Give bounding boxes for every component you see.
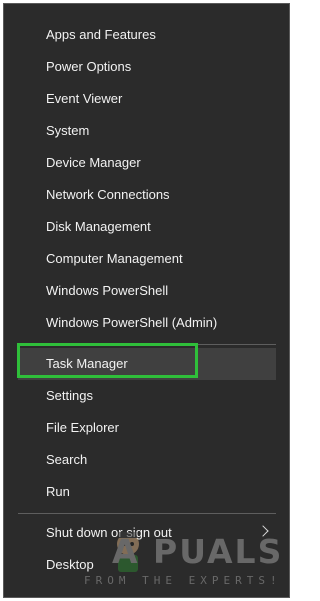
menu-item-shut-down-or-sign-out[interactable]: Shut down or sign out [4, 517, 289, 549]
menu-item-task-manager[interactable]: Task Manager [18, 348, 276, 380]
menu-item-event-viewer[interactable]: Event Viewer [4, 83, 289, 115]
menu-separator [18, 344, 276, 345]
menu-separator [18, 513, 276, 514]
menu-item-label: Shut down or sign out [46, 525, 172, 540]
menu-item-network-connections[interactable]: Network Connections [4, 179, 289, 211]
menu-item-settings[interactable]: Settings [4, 380, 289, 412]
menu-item-run[interactable]: Run [4, 476, 289, 508]
chevron-right-icon [257, 525, 269, 537]
menu-item-search[interactable]: Search [4, 444, 289, 476]
menu-item-file-explorer[interactable]: File Explorer [4, 412, 289, 444]
menu-item-power-options[interactable]: Power Options [4, 51, 289, 83]
winx-context-menu: Apps and Features Power Options Event Vi… [3, 3, 290, 598]
menu-item-desktop[interactable]: Desktop [4, 549, 289, 581]
menu-item-windows-powershell[interactable]: Windows PowerShell [4, 275, 289, 307]
menu-item-device-manager[interactable]: Device Manager [4, 147, 289, 179]
menu-item-disk-management[interactable]: Disk Management [4, 211, 289, 243]
menu-item-computer-management[interactable]: Computer Management [4, 243, 289, 275]
menu-item-apps-and-features[interactable]: Apps and Features [4, 19, 289, 51]
menu-item-windows-powershell-admin[interactable]: Windows PowerShell (Admin) [4, 307, 289, 339]
menu-item-system[interactable]: System [4, 115, 289, 147]
